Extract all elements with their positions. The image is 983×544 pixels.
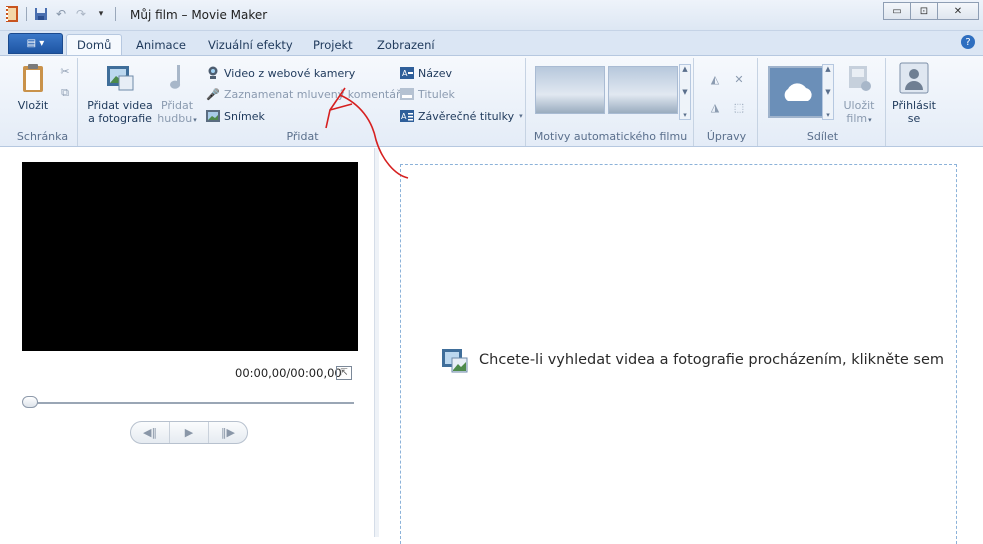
theme-thumbnail-2[interactable] bbox=[608, 66, 678, 114]
group-editing: ◭ ✕ ◮ ⬚ Úpravy bbox=[696, 58, 758, 146]
divider bbox=[26, 7, 27, 21]
group-label-clipboard: Schránka bbox=[16, 130, 69, 143]
save-movie-icon bbox=[849, 66, 871, 91]
theme-gallery-scroll[interactable]: ▲ ▼ ▾ bbox=[679, 64, 691, 120]
tab-view[interactable]: Zobrazení bbox=[367, 34, 445, 55]
ribbon: Vložit ✂ ⧉ Schránka Přidat videa a fotog… bbox=[0, 55, 983, 147]
remove-icon[interactable]: ✕ bbox=[732, 72, 746, 86]
add-music-button[interactable]: Přidat hudbu▾ bbox=[154, 62, 200, 127]
browse-hint[interactable]: Chcete-li vyhledat videa a fotografie pr… bbox=[441, 346, 944, 374]
music-note-icon bbox=[170, 65, 181, 89]
playback-controls: ◀‖ ▶ ‖▶ bbox=[130, 421, 248, 444]
maximize-button[interactable]: ⊡ bbox=[910, 2, 938, 20]
svg-text:A: A bbox=[402, 69, 408, 78]
scroll-down-icon[interactable]: ▼ bbox=[825, 88, 830, 96]
save-movie-button[interactable]: Uložit film▾ bbox=[838, 62, 880, 127]
group-label-editing: Úpravy bbox=[706, 130, 747, 143]
quick-access-toolbar: ↶ ↷ ▾ bbox=[4, 6, 118, 22]
group-label-themes: Motivy automatického filmu bbox=[533, 130, 688, 143]
tab-visual-effects[interactable]: Vizuální efekty bbox=[198, 34, 303, 55]
skydrive-share-button[interactable] bbox=[768, 66, 826, 118]
minimize-button[interactable]: ▭ bbox=[883, 2, 911, 20]
play-icon[interactable]: ▶ bbox=[170, 422, 209, 443]
add-videos-and-photos-button[interactable]: Přidat videa a fotografie bbox=[86, 62, 154, 125]
title-bar: ↶ ↷ ▾ Můj film – Movie Maker ▭ ⊡ ✕ bbox=[0, 0, 983, 31]
help-icon[interactable]: ? bbox=[961, 35, 975, 49]
webcam-video-button[interactable]: Video z webové kamery bbox=[206, 64, 355, 82]
group-label-add: Přidat bbox=[286, 130, 319, 143]
scroll-down-icon[interactable]: ▼ bbox=[682, 88, 687, 96]
video-preview[interactable] bbox=[22, 162, 358, 351]
preview-pane: 00:00,00/00:00,00 ⇱ ◀‖ ▶ ‖▶ bbox=[0, 148, 375, 537]
storyboard-pane: Chcete-li vyhledat videa a fotografie pr… bbox=[379, 148, 983, 544]
fullscreen-icon[interactable]: ⇱ bbox=[336, 366, 352, 380]
credits-icon: A bbox=[400, 109, 414, 123]
snapshot-icon bbox=[206, 109, 220, 123]
undo-icon[interactable]: ↶ bbox=[53, 6, 69, 22]
group-label-share: Sdílet bbox=[806, 130, 839, 143]
dropdown-caret-icon: ▾ bbox=[868, 116, 872, 124]
svg-text:A: A bbox=[401, 112, 407, 121]
dropdown-caret-icon: ▾ bbox=[519, 112, 523, 120]
tab-home[interactable]: Domů bbox=[66, 34, 123, 55]
rotate-right-icon[interactable]: ◮ bbox=[708, 100, 722, 114]
window-controls: ▭ ⊡ ✕ bbox=[883, 2, 979, 20]
sign-in-button[interactable]: Přihlásit se bbox=[890, 62, 938, 125]
paste-icon bbox=[23, 64, 43, 92]
next-frame-icon[interactable]: ‖▶ bbox=[209, 422, 247, 443]
theme-thumbnail-1[interactable] bbox=[535, 66, 605, 114]
ribbon-tab-row: ▤ ▾ Domů Animace Vizuální efekty Projekt… bbox=[0, 31, 983, 55]
webcam-icon bbox=[206, 66, 220, 80]
copy-icon[interactable]: ⧉ bbox=[58, 86, 72, 100]
film-photo-icon bbox=[442, 349, 468, 373]
record-narration-button[interactable]: 🎤 Zaznamenat mluvený komentář ▾ bbox=[206, 85, 409, 103]
caption-button[interactable]: Titulek bbox=[400, 85, 455, 103]
previous-frame-icon[interactable]: ◀‖ bbox=[131, 422, 170, 443]
divider bbox=[115, 7, 116, 21]
film-app-icon[interactable] bbox=[4, 6, 20, 22]
seek-thumb[interactable] bbox=[22, 396, 38, 408]
seek-bar[interactable] bbox=[24, 402, 354, 404]
caption-icon bbox=[400, 87, 414, 101]
gallery-more-icon[interactable]: ▾ bbox=[826, 111, 830, 119]
tab-animations[interactable]: Animace bbox=[126, 34, 196, 55]
share-gallery-scroll[interactable]: ▲ ▼ ▾ bbox=[822, 64, 834, 120]
redo-icon[interactable]: ↷ bbox=[73, 6, 89, 22]
rotate-left-icon[interactable]: ◭ bbox=[708, 72, 722, 86]
timecode: 00:00,00/00:00,00 bbox=[235, 366, 342, 380]
scroll-up-icon[interactable]: ▲ bbox=[682, 65, 687, 73]
menu-icon: ▤ ▾ bbox=[26, 38, 45, 49]
dropdown-caret-icon: ▾ bbox=[193, 116, 197, 124]
gallery-more-icon[interactable]: ▾ bbox=[683, 111, 687, 119]
film-photo-icon bbox=[107, 66, 134, 91]
title-button[interactable]: A Název bbox=[400, 64, 452, 82]
group-share: ▲ ▼ ▾ Uložit film▾ Sdílet bbox=[760, 58, 886, 146]
tab-project[interactable]: Projekt bbox=[303, 34, 363, 55]
group-automovie-themes: ▲ ▼ ▾ Motivy automatického filmu bbox=[528, 58, 694, 146]
save-icon[interactable] bbox=[33, 6, 49, 22]
window-title: Můj film – Movie Maker bbox=[130, 8, 268, 22]
snapshot-button[interactable]: Snímek bbox=[206, 107, 265, 125]
microphone-icon: 🎤 bbox=[206, 87, 220, 101]
application-menu-button[interactable]: ▤ ▾ bbox=[8, 33, 63, 54]
customize-toolbar-icon[interactable]: ▾ bbox=[93, 6, 109, 22]
select-all-icon[interactable]: ⬚ bbox=[732, 100, 746, 114]
credits-button[interactable]: A Závěrečné titulky ▾ bbox=[400, 107, 523, 125]
group-clipboard: Vložit ✂ ⧉ Schránka bbox=[8, 58, 78, 146]
title-icon: A bbox=[400, 66, 414, 80]
cut-icon[interactable]: ✂ bbox=[58, 64, 72, 78]
cloud-icon bbox=[784, 83, 812, 101]
group-add: Přidat videa a fotografie Přidat hudbu▾ … bbox=[80, 58, 526, 146]
close-button[interactable]: ✕ bbox=[937, 2, 979, 20]
user-icon bbox=[899, 62, 929, 94]
paste-button[interactable]: Vložit bbox=[12, 62, 54, 112]
scroll-up-icon[interactable]: ▲ bbox=[825, 65, 830, 73]
